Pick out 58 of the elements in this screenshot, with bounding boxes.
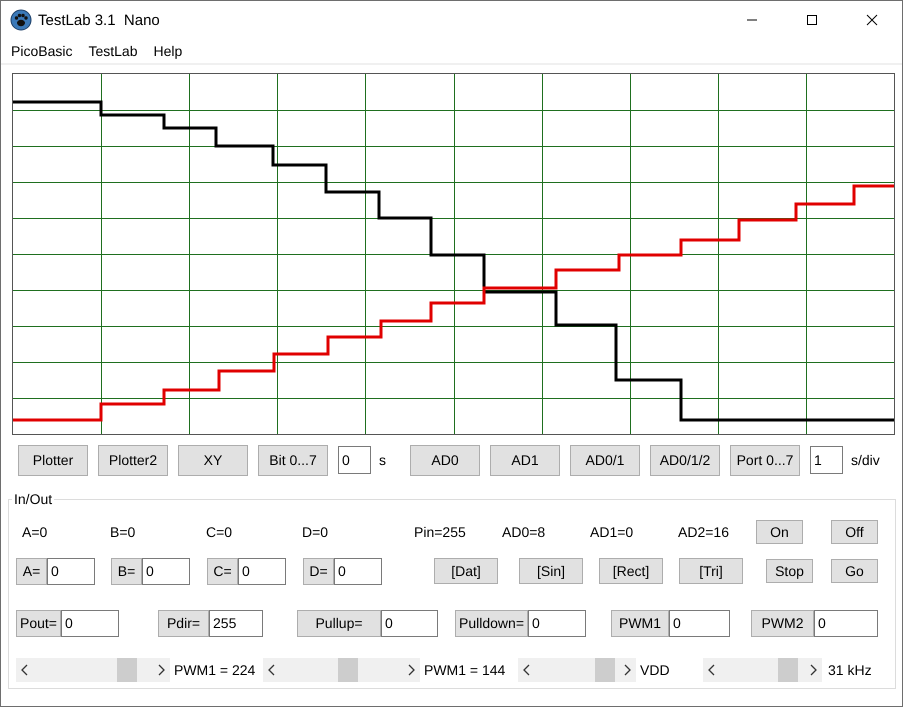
- slider-reading: PWM1 = 144: [424, 662, 506, 678]
- slider-reading: PWM1 = 224: [174, 662, 256, 678]
- window-title: TestLab 3.1 Nano: [38, 12, 160, 28]
- power-button[interactable]: On: [756, 520, 803, 544]
- mode-button[interactable]: AD0: [410, 444, 480, 476]
- set-button[interactable]: Pullup=: [297, 610, 381, 636]
- set-button[interactable]: A=: [16, 558, 47, 584]
- signal-button[interactable]: [Sin]: [519, 558, 583, 584]
- number-field[interactable]: 0: [334, 558, 382, 584]
- mode-button[interactable]: AD0/1: [570, 444, 640, 476]
- menu-item[interactable]: PicoBasic: [3, 43, 80, 59]
- signal-button[interactable]: Go: [831, 559, 878, 583]
- number-field[interactable]: 255: [209, 610, 263, 636]
- set-button[interactable]: C=: [207, 558, 238, 584]
- signal-button[interactable]: [Dat]: [434, 558, 498, 584]
- group-title: In/Out: [13, 491, 54, 507]
- signal-button[interactable]: Stop: [766, 559, 813, 583]
- mode-button[interactable]: AD0/1/2: [650, 444, 720, 476]
- number-field[interactable]: 0: [381, 610, 438, 636]
- slider-reading: VDD: [640, 662, 670, 678]
- value-readout: AD0=8: [502, 524, 546, 540]
- number-field[interactable]: 0: [669, 610, 730, 636]
- set-button[interactable]: PWM1: [611, 610, 669, 636]
- value-readout: Pin=255: [414, 524, 466, 540]
- set-button[interactable]: PWM2: [751, 610, 814, 636]
- number-field[interactable]: 1: [810, 446, 843, 474]
- number-field[interactable]: 0: [528, 610, 586, 636]
- unit-label: s: [379, 452, 386, 468]
- menu-item[interactable]: TestLab: [80, 43, 146, 59]
- mode-button[interactable]: AD1: [490, 444, 560, 476]
- set-button[interactable]: Pdir=: [158, 610, 209, 636]
- unit-label: s/div: [851, 452, 880, 468]
- number-field[interactable]: 0: [47, 558, 95, 584]
- mode-button[interactable]: Plotter2: [98, 444, 168, 476]
- value-readout: D=0: [302, 524, 328, 540]
- set-button[interactable]: Pout=: [16, 610, 61, 636]
- set-button[interactable]: D=: [303, 558, 334, 584]
- number-field[interactable]: 0: [338, 446, 371, 474]
- menu-item[interactable]: Help: [146, 43, 190, 59]
- signal-button[interactable]: [Tri]: [679, 558, 743, 584]
- power-button[interactable]: Off: [831, 520, 878, 544]
- mode-button[interactable]: Plotter: [18, 444, 88, 476]
- value-readout: C=0: [206, 524, 232, 540]
- set-button[interactable]: Pulldown=: [455, 610, 528, 636]
- value-readout: AD2=16: [678, 524, 729, 540]
- value-readout: A=0: [22, 524, 48, 540]
- value-readout: B=0: [110, 524, 136, 540]
- number-field[interactable]: 0: [238, 558, 286, 584]
- number-field[interactable]: 0: [814, 610, 878, 636]
- number-field[interactable]: 0: [60, 610, 119, 636]
- signal-button[interactable]: [Rect]: [599, 558, 663, 584]
- mode-button[interactable]: Port 0...7: [730, 444, 800, 476]
- slider-reading: 31 kHz: [828, 662, 872, 678]
- mode-button[interactable]: XY: [178, 444, 248, 476]
- set-button[interactable]: B=: [111, 558, 142, 584]
- mode-button[interactable]: Bit 0...7: [258, 444, 328, 476]
- value-readout: AD1=0: [590, 524, 634, 540]
- number-field[interactable]: 0: [142, 558, 190, 584]
